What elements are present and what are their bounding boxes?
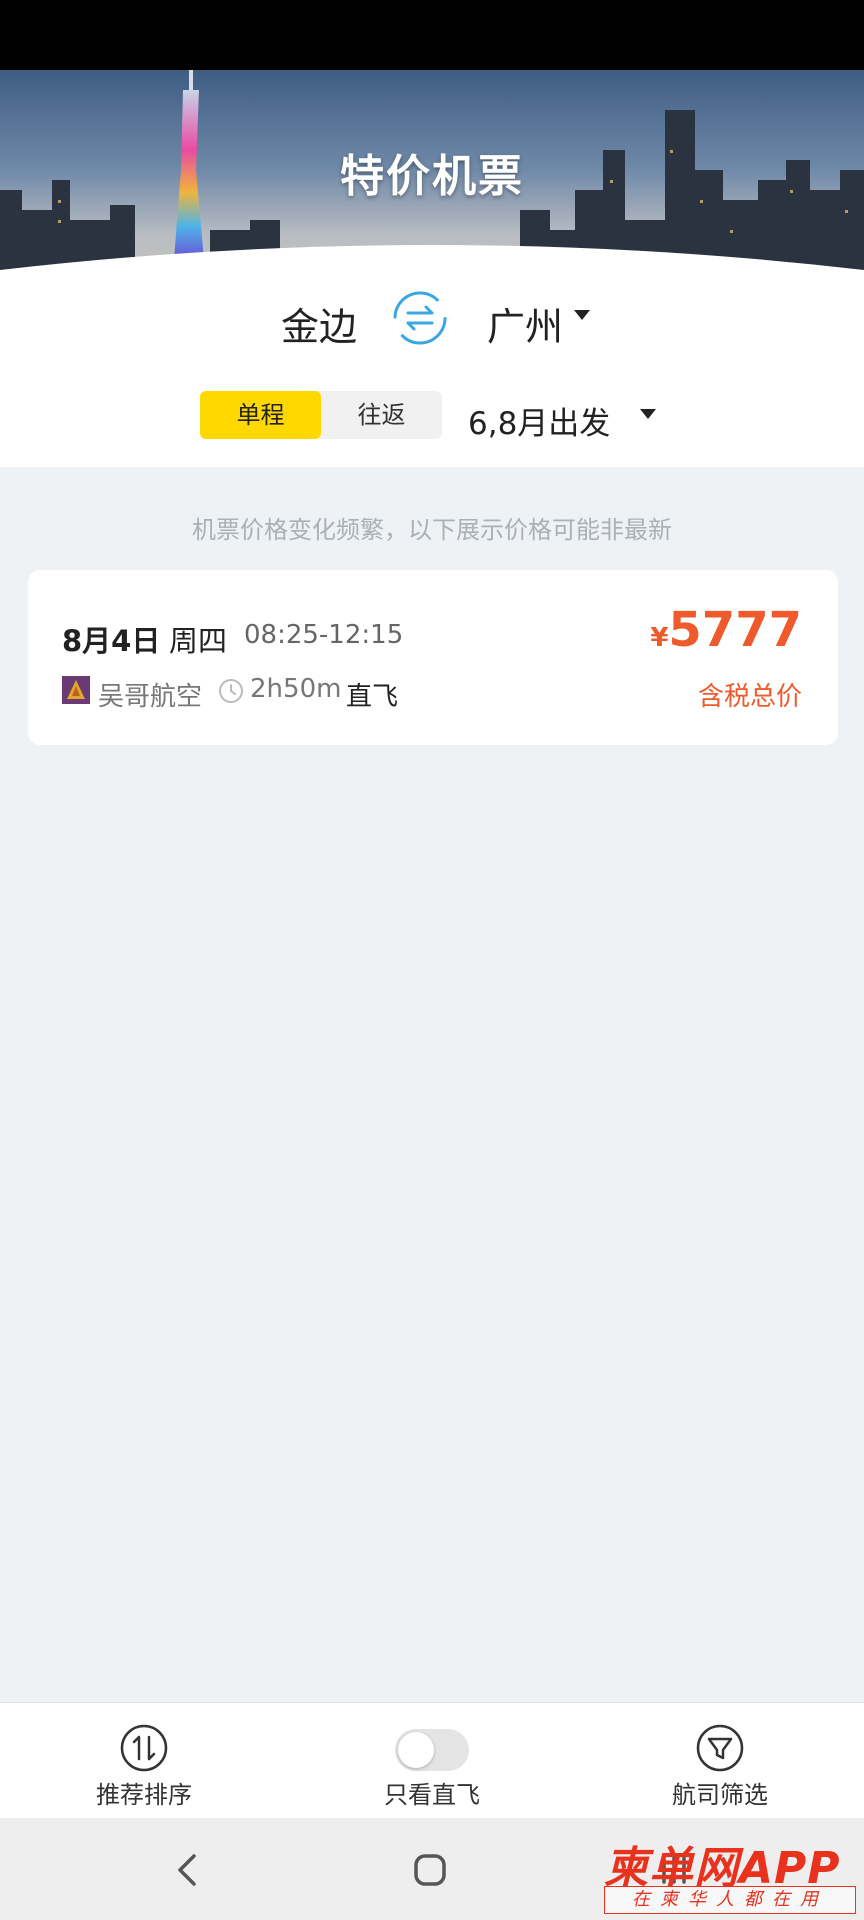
status-bar	[0, 0, 864, 70]
watermark-sub: 在柬华人都在用	[604, 1886, 856, 1914]
page-title: 特价机票	[340, 151, 524, 202]
to-city[interactable]: 广州	[487, 296, 563, 351]
price-value: 5777	[668, 602, 802, 658]
swap-icon	[393, 291, 447, 345]
direct-only-toggle[interactable]: 只看直飞	[342, 1703, 522, 1819]
direct-only-label: 只看直飞	[384, 1781, 480, 1809]
airline-filter-label: 航司筛选	[672, 1781, 768, 1809]
home-icon[interactable]	[400, 1840, 460, 1900]
caret-down-icon[interactable]	[574, 310, 590, 320]
direct-only-switch[interactable]	[395, 1729, 469, 1771]
departure-month-select[interactable]: 6,8月出发	[468, 398, 610, 443]
round-trip-tab[interactable]: 往返	[321, 391, 442, 439]
flight-weekday: 周四	[169, 624, 228, 658]
filter-icon	[696, 1724, 744, 1772]
airline-name: 吴哥航空	[98, 682, 203, 712]
one-way-tab[interactable]: 单程	[200, 391, 321, 439]
currency-symbol: ¥	[650, 623, 669, 653]
price-note: 含税总价	[697, 682, 802, 712]
clock-icon	[219, 679, 243, 703]
flight-card[interactable]: 8月4日 周四 08:25-12:15 吴哥航空 2h50m 直飞 ¥5777 …	[28, 570, 838, 745]
flight-price: ¥5777	[650, 602, 802, 658]
switch-knob	[398, 1732, 434, 1768]
flight-type: 直飞	[346, 682, 399, 712]
caret-down-icon[interactable]	[640, 409, 656, 419]
swap-cities-button[interactable]	[390, 288, 450, 348]
flight-duration: 2h50m	[250, 674, 342, 704]
bottom-toolbar: 推荐排序 只看直飞 航司筛选	[0, 1702, 864, 1818]
airline-filter-button[interactable]: 航司筛选	[630, 1703, 810, 1819]
airline-logo	[62, 676, 90, 704]
price-notice: 机票价格变化频繁，以下展示价格可能非最新	[192, 516, 672, 544]
sort-icon	[120, 1724, 168, 1772]
flight-time: 08:25-12:15	[244, 620, 404, 650]
back-icon[interactable]	[158, 1840, 218, 1900]
airline-logo-icon	[67, 680, 85, 699]
from-city[interactable]: 金边	[281, 296, 357, 351]
sort-label: 推荐排序	[96, 1781, 192, 1809]
flight-date: 8月4日	[62, 624, 161, 658]
trip-type-toggle: 单程 往返	[200, 391, 442, 439]
sort-button[interactable]: 推荐排序	[54, 1703, 234, 1819]
watermark: 柬单网APP 在柬华人都在用	[604, 1832, 860, 1916]
